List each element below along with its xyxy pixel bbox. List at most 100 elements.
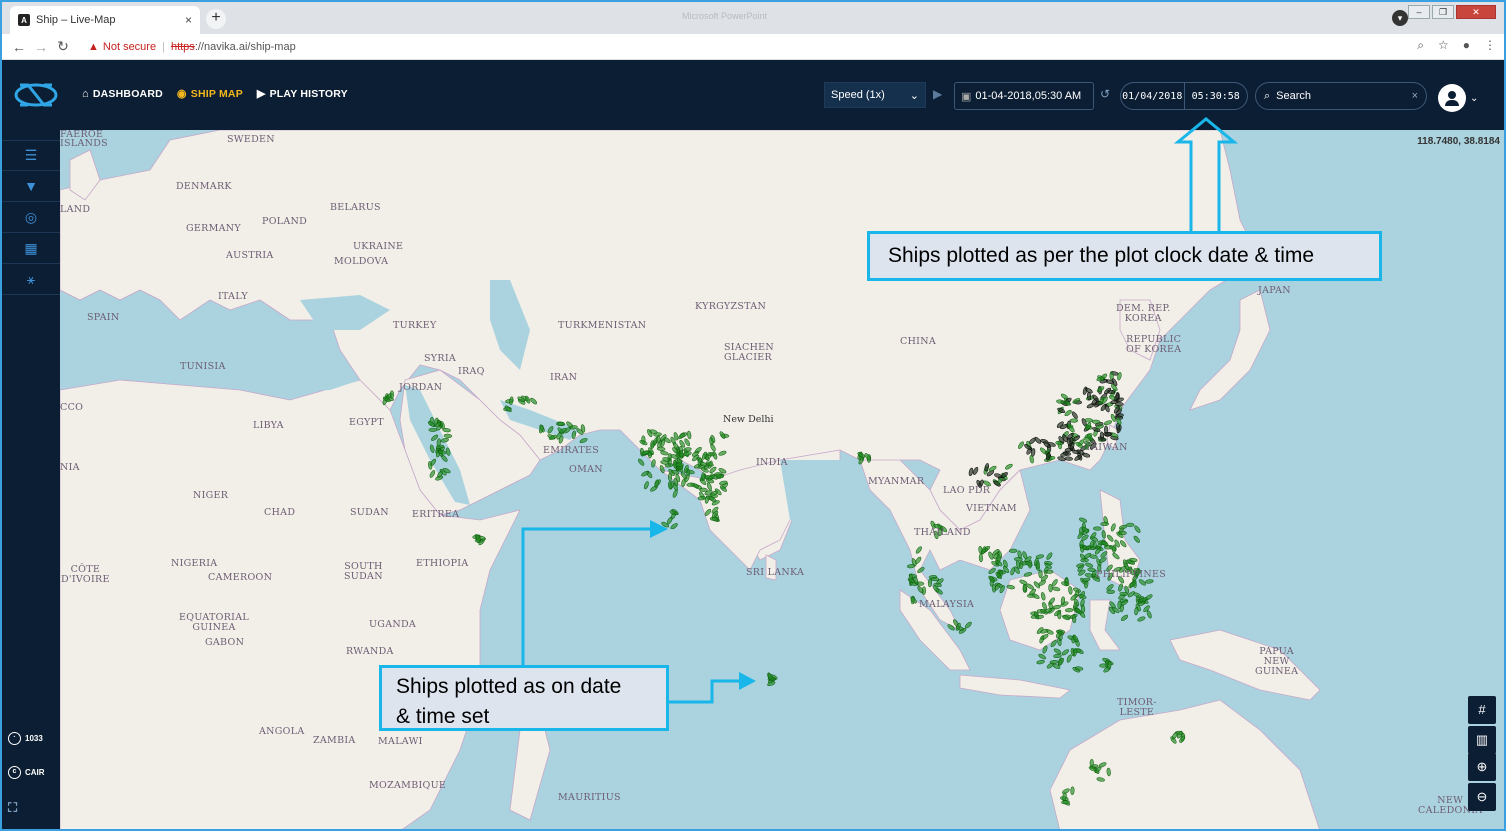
ship-marker — [1125, 522, 1135, 527]
label-uganda: UGANDA — [369, 619, 417, 630]
layers-icon[interactable]: ▦ — [2, 233, 60, 264]
search-clear-icon[interactable]: × — [1412, 90, 1418, 102]
label-cameroon: CAMEROON — [208, 572, 273, 583]
nav-play-history[interactable]: ▶ PLAY HISTORY — [257, 87, 348, 101]
label-iraq: IRAQ — [458, 366, 485, 377]
label-germany: GERMANY — [186, 223, 241, 234]
ship-marker — [1120, 614, 1129, 621]
profile-icon[interactable]: ● — [1463, 38, 1470, 53]
ship-marker — [1089, 758, 1094, 768]
bookmark-star-icon[interactable]: ☆ — [1438, 38, 1449, 53]
ship-marker — [1053, 648, 1062, 655]
ship-marker — [1076, 648, 1084, 654]
browser-tab[interactable]: A Ship – Live-Map × — [10, 6, 200, 34]
ship-marker — [1066, 654, 1072, 663]
label-nigeria: NIGERIA — [171, 558, 218, 569]
zoom-out-icon[interactable]: ⊖ — [1468, 783, 1496, 811]
fullscreen-icon[interactable]: ⛶ — [8, 800, 17, 816]
label-gabon: GABON — [205, 637, 245, 648]
ship-count: · 1033 — [8, 732, 43, 745]
ship-count-value: 1033 — [25, 734, 43, 743]
ship-marker — [1085, 562, 1094, 568]
restore-button[interactable]: ❐ — [1432, 5, 1454, 19]
datetime-input[interactable]: ▣ 01-04-2018,05:30 AM — [954, 82, 1094, 110]
label-land: LAND — [60, 204, 91, 215]
navika-logo-icon[interactable] — [14, 80, 58, 110]
filter-icon[interactable]: ▼ — [2, 171, 60, 202]
label-timor: TIMOR- LESTE — [1117, 697, 1157, 718]
label-turkmenistan: TURKMENISTAN — [558, 320, 647, 331]
user-menu[interactable]: ⌄ — [1438, 84, 1478, 112]
ship-marker — [996, 554, 1001, 563]
label-papua: PAPUA NEW GUINEA — [1255, 646, 1299, 677]
ship-marker — [978, 553, 983, 563]
reset-clock-icon[interactable]: ↺ — [1100, 87, 1110, 101]
ship-marker — [1044, 569, 1054, 574]
url-path: ://navika.ai/ship-map — [194, 40, 296, 53]
security-warning[interactable]: ▲ Not secure — [88, 41, 156, 53]
ship-marker — [1038, 569, 1043, 579]
user-chevron-icon: ⌄ — [1470, 92, 1479, 104]
nav-ship-map-label: SHIP MAP — [190, 87, 243, 100]
label-siachen: SIACHEN GLACIER — [724, 342, 775, 363]
ship-marker — [1087, 567, 1096, 572]
ship-marker — [709, 516, 719, 521]
map-layers-icon[interactable]: ▥ — [1468, 726, 1496, 754]
label-new-delhi: New Delhi — [723, 414, 774, 425]
close-window-button[interactable]: ✕ — [1456, 5, 1496, 19]
radar-icon: · — [8, 732, 21, 745]
nav-dashboard[interactable]: ⌂ DASHBOARD — [82, 87, 163, 100]
nav-dashboard-label: DASHBOARD — [92, 87, 163, 100]
menu-icon[interactable]: ☰ — [2, 140, 60, 171]
browser-menu-icon[interactable]: ▾ — [1392, 10, 1408, 26]
ship-marker — [1091, 419, 1101, 424]
zoom-in-icon[interactable]: ⊕ — [1468, 753, 1496, 781]
minimize-button[interactable]: – — [1408, 5, 1430, 19]
calendar-icon: ▣ — [961, 90, 972, 103]
ship-marker — [643, 481, 649, 490]
ship-marker — [701, 472, 706, 481]
label-vietnam: VIETNAM — [966, 503, 1017, 514]
label-myanmar: MYANMAR — [868, 476, 925, 487]
zoom-icon[interactable]: ⌕ — [1417, 38, 1424, 53]
play-button[interactable]: ▶ — [933, 87, 942, 101]
ship-marker — [1046, 552, 1053, 560]
back-icon[interactable]: ← — [8, 39, 30, 55]
label-malaysia: MALAYSIA — [919, 599, 975, 610]
ship-marker — [670, 523, 678, 530]
url-separator: | — [162, 40, 165, 53]
ship-marker — [1099, 663, 1108, 668]
ship-marker — [1019, 560, 1024, 570]
reload-icon[interactable]: ↻ — [52, 38, 74, 55]
globe-icon[interactable]: ◎ — [2, 202, 60, 233]
label-moldova: MOLDOVA — [334, 256, 389, 267]
left-sidebar: ☰ ▼ ◎ ▦ ⚹ · 1033 c CAIR ⛶ — [2, 130, 60, 829]
search-icon: ⌕ — [1264, 89, 1271, 102]
brand-text: CAIR — [25, 768, 45, 777]
japan-landmass — [1189, 289, 1271, 411]
brand-label: c CAIR — [8, 766, 45, 779]
nav-ship-map[interactable]: ◉ SHIP MAP — [176, 87, 243, 101]
ship-marker — [1072, 614, 1077, 624]
search-box[interactable]: ⌕ Search × — [1255, 82, 1427, 110]
label-tunisia: TUNISIA — [180, 361, 226, 372]
ship-marker — [1069, 418, 1079, 423]
label-eritrea: ERITREA — [412, 509, 460, 520]
forward-icon[interactable]: → — [30, 39, 52, 55]
speed-select[interactable]: Speed (1x) ⌄ — [824, 82, 926, 108]
url-field[interactable]: https://navika.ai/ship-map — [171, 41, 296, 53]
network-icon[interactable]: ⚹ — [2, 264, 60, 295]
plot-clock-time: 05:30:58 — [1191, 90, 1240, 102]
tab-close-icon[interactable]: × — [185, 13, 192, 27]
more-menu-icon[interactable]: ⋮ — [1484, 38, 1496, 53]
angular-favicon-icon: A — [18, 14, 30, 26]
label-ukraine: UKRAINE — [353, 241, 404, 252]
ship-marker — [1137, 616, 1146, 622]
target-icon: ◉ — [176, 88, 187, 100]
label-belarus: BELARUS — [330, 202, 381, 213]
new-tab-button[interactable]: + — [206, 9, 226, 29]
ship-marker — [1134, 606, 1139, 616]
warning-icon: ▲ — [88, 40, 99, 53]
grid-icon[interactable]: # — [1468, 696, 1496, 724]
label-syria: SYRIA — [424, 353, 457, 364]
